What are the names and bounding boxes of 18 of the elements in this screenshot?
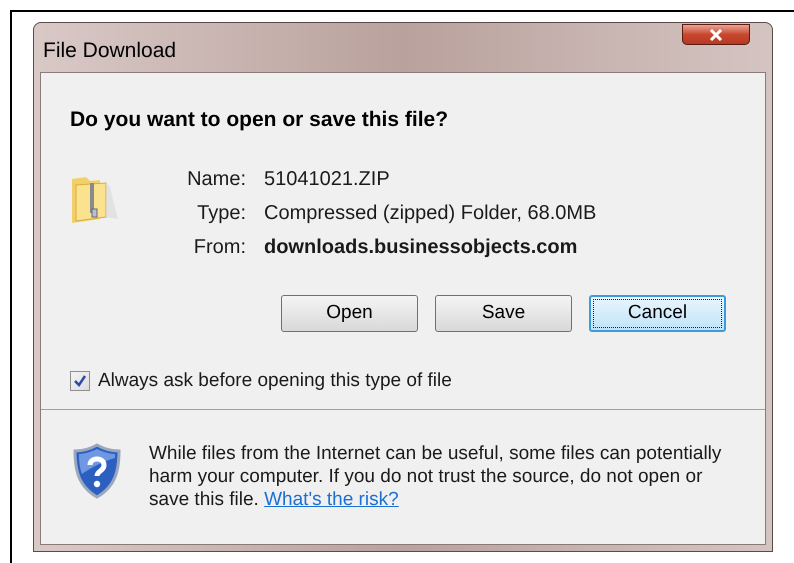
field-value: downloads.businessobjects.com [264, 234, 578, 258]
window-title: File Download [43, 38, 176, 64]
dialog-button[interactable]: Cancel [589, 294, 726, 332]
dialog-button[interactable]: Open [281, 294, 418, 332]
field-label: From: [192, 234, 246, 258]
field-label: Name: [186, 166, 246, 190]
field-label: Type: [196, 200, 246, 224]
dialog-heading: Do you want to open or save this file? [70, 107, 450, 133]
close-button[interactable] [682, 24, 750, 45]
checkbox[interactable] [70, 370, 90, 391]
checkbox-label[interactable]: Always ask before opening this type of file [98, 366, 452, 395]
risk-link[interactable]: What's the risk? [264, 489, 399, 510]
shield-question-icon [72, 443, 122, 499]
dialog-button[interactable]: Save [435, 294, 572, 332]
close-icon [709, 28, 723, 40]
field-value: Compressed (zipped) Folder, 68.0MB [264, 200, 596, 224]
field-value: 51041021.ZIP [264, 166, 390, 190]
warning-text: While files from the Internet can be useful, some files can potentially harm your computer. If you do not trust the source, do not open or save this file. What's the risk? [149, 442, 722, 511]
